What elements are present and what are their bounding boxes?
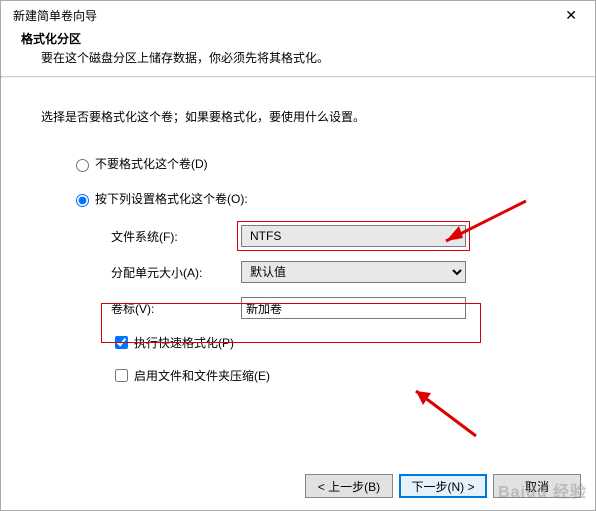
volume-input[interactable] [241, 297, 466, 319]
check-quickformat-input[interactable] [115, 336, 128, 349]
header-desc: 要在这个磁盘分区上储存数据，你必须先将其格式化。 [21, 49, 575, 66]
wizard-window: 新建简单卷向导 ✕ 格式化分区 要在这个磁盘分区上储存数据，你必须先将其格式化。… [0, 0, 596, 511]
radio-format[interactable]: 按下列设置格式化这个卷(O): [71, 190, 555, 207]
volume-label: 卷标(V): [111, 300, 241, 317]
watermark: Baidu 经验 [498, 478, 587, 502]
allocation-select[interactable]: 默认值 [241, 261, 466, 283]
radio-no-format-label: 不要格式化这个卷(D) [95, 155, 208, 172]
content-area: 选择是否要格式化这个卷；如果要格式化，要使用什么设置。 不要格式化这个卷(D) … [1, 78, 595, 405]
check-compression-label: 启用文件和文件夹压缩(E) [134, 367, 270, 384]
back-button[interactable]: < 上一步(B) [305, 474, 393, 498]
filesystem-label: 文件系统(F): [111, 228, 241, 245]
format-options: 文件系统(F): NTFS 分配单元大小(A): 默认值 卷标(V): [71, 225, 555, 385]
allocation-label: 分配单元大小(A): [111, 264, 241, 281]
header-title: 格式化分区 [21, 30, 575, 47]
check-compression[interactable]: 启用文件和文件夹压缩(E) [111, 366, 555, 385]
check-compression-input[interactable] [115, 369, 128, 382]
row-volume-label: 卷标(V): [111, 297, 555, 319]
row-allocation: 分配单元大小(A): 默认值 [111, 261, 555, 283]
titlebar: 新建简单卷向导 ✕ [1, 1, 595, 28]
close-icon[interactable]: ✕ [557, 7, 585, 24]
format-radio-group: 不要格式化这个卷(D) 按下列设置格式化这个卷(O): 文件系统(F): NTF… [41, 155, 555, 385]
instruction-text: 选择是否要格式化这个卷；如果要格式化，要使用什么设置。 [41, 108, 555, 125]
window-title: 新建简单卷向导 [13, 7, 97, 24]
check-quickformat[interactable]: 执行快速格式化(P) [111, 333, 555, 352]
wizard-header: 格式化分区 要在这个磁盘分区上储存数据，你必须先将其格式化。 [1, 28, 595, 76]
filesystem-select[interactable]: NTFS [241, 225, 466, 247]
radio-format-label: 按下列设置格式化这个卷(O): [95, 190, 248, 207]
radio-no-format[interactable]: 不要格式化这个卷(D) [71, 155, 555, 172]
check-quickformat-label: 执行快速格式化(P) [134, 334, 234, 351]
radio-no-format-input[interactable] [76, 159, 89, 172]
radio-format-input[interactable] [76, 194, 89, 207]
row-filesystem: 文件系统(F): NTFS [111, 225, 555, 247]
next-button[interactable]: 下一步(N) > [399, 474, 487, 498]
